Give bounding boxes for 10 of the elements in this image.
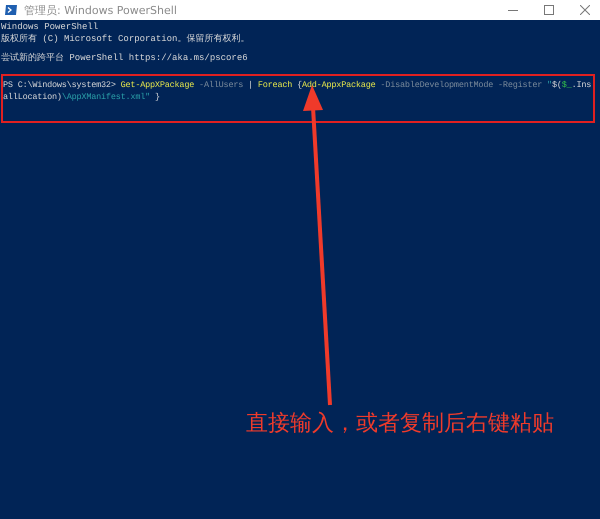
annotation-text: 直接输入，或者复制后右键粘贴: [246, 410, 554, 438]
terminal-prompt-icon: [4, 3, 18, 17]
console-line: Windows PowerShell: [0, 21, 100, 33]
console-line: 尝试新的跨平台 PowerShell https://aka.ms/pscore6: [0, 52, 249, 64]
console-line: allLocation)\AppXManifest.xml" }: [3, 91, 160, 103]
console-line: 版权所有 (C) Microsoft Corporation。保留所有权利。: [0, 33, 250, 45]
close-icon: [580, 5, 590, 15]
window-title: 管理员: Windows PowerShell: [24, 2, 178, 18]
maximize-icon: [544, 5, 554, 15]
console-line: PS C:\Windows\system32> Get-AppXPackage -AllUsers | Foreach {Add-AppxPackage -DisableDevelopmentMode -Register "$($_.Ins: [3, 79, 592, 91]
